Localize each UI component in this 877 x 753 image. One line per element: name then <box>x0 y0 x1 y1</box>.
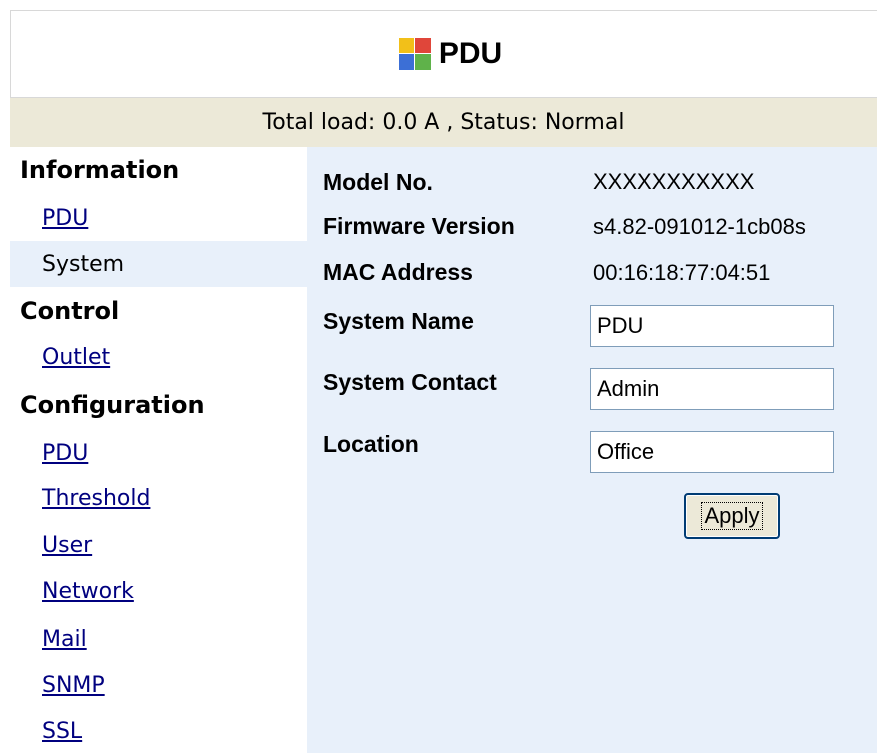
system-name-label: System Name <box>323 308 474 334</box>
sidebar-section-control: Control <box>20 297 120 325</box>
model-value: XXXXXXXXXXX <box>593 169 755 194</box>
location-input[interactable] <box>590 431 834 473</box>
sidebar-item-network[interactable]: Network <box>42 579 134 604</box>
status-bar: Total load: 0.0 A , Status: Normal <box>10 98 877 147</box>
sidebar-section-configuration: Configuration <box>20 391 205 419</box>
mac-label: MAC Address <box>323 259 473 285</box>
firmware-value: s4.82-091012-1cb08s <box>593 214 806 239</box>
model-label: Model No. <box>323 169 433 195</box>
system-name-input[interactable] <box>590 305 834 347</box>
system-contact-label: System Contact <box>323 369 497 395</box>
sidebar-item-info-pdu[interactable]: PDU <box>42 206 88 231</box>
pdu-logo-icon <box>398 38 431 70</box>
apply-button[interactable]: Apply <box>684 493 780 539</box>
sidebar-item-snmp[interactable]: SNMP <box>42 673 105 698</box>
sidebar-item-outlet[interactable]: Outlet <box>42 345 110 370</box>
system-contact-input[interactable] <box>590 368 834 410</box>
apply-button-label: Apply <box>701 502 763 530</box>
sidebar-item-config-pdu[interactable]: PDU <box>42 441 88 466</box>
app-title: PDU <box>438 37 503 70</box>
mac-value: 00:16:18:77:04:51 <box>593 260 771 285</box>
sidebar-item-ssl[interactable]: SSL <box>42 719 82 744</box>
sidebar: Information PDU System Control Outlet Co… <box>10 147 307 753</box>
sidebar-item-system[interactable]: System <box>10 241 307 287</box>
sidebar-item-threshold[interactable]: Threshold <box>42 486 150 511</box>
sidebar-item-mail[interactable]: Mail <box>42 627 87 652</box>
sidebar-section-information: Information <box>20 156 180 184</box>
page-header: PDU <box>10 10 877 98</box>
sidebar-item-user[interactable]: User <box>42 533 92 558</box>
firmware-label: Firmware Version <box>323 213 515 239</box>
status-text: Total load: 0.0 A , Status: Normal <box>262 110 625 135</box>
sidebar-item-label: System <box>42 252 125 277</box>
location-label: Location <box>323 431 419 457</box>
system-info-panel: Model No. XXXXXXXXXXX Firmware Version s… <box>307 147 877 753</box>
